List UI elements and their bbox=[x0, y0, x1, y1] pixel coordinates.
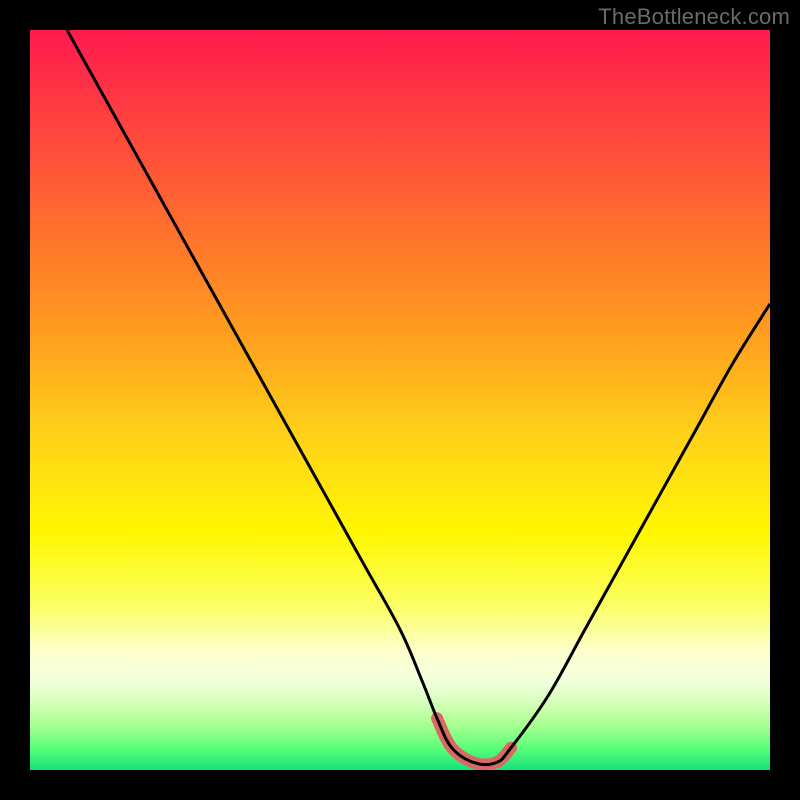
attribution-label: TheBottleneck.com bbox=[598, 4, 790, 30]
bottleneck-chart bbox=[30, 30, 770, 770]
gradient-background bbox=[30, 30, 770, 770]
chart-frame: TheBottleneck.com bbox=[0, 0, 800, 800]
plot-area bbox=[30, 30, 770, 770]
